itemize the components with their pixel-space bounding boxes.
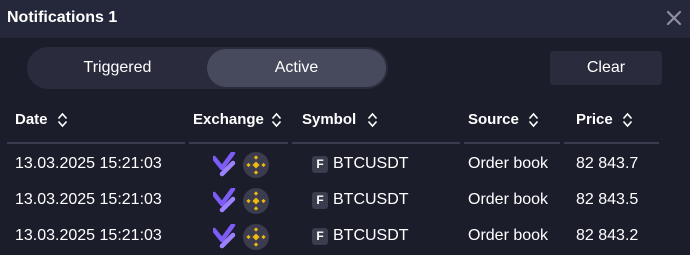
v-logo-icon <box>213 152 236 177</box>
window-title: Notifications 1 <box>7 9 118 26</box>
header-divider <box>189 142 288 144</box>
source-cell: Order book <box>468 155 549 172</box>
sort-icon <box>622 112 632 127</box>
sort-icon <box>528 112 538 127</box>
futures-badge: F <box>312 156 328 173</box>
source-cell: Order book <box>468 191 549 208</box>
date-cell: 13.03.2025 15:21:03 <box>15 155 162 172</box>
column-header-source[interactable]: Source <box>468 111 539 128</box>
sort-icon <box>57 112 67 127</box>
binance-icon <box>243 224 269 250</box>
title-bar: Notifications 1 <box>0 0 690 38</box>
column-header-date[interactable]: Date <box>15 111 68 128</box>
v-logo-icon <box>213 188 236 213</box>
date-cell: 13.03.2025 15:21:03 <box>15 227 162 244</box>
column-header-label: Source <box>468 111 519 128</box>
price-cell: 82 843.7 <box>576 155 639 172</box>
close-icon[interactable] <box>664 8 684 28</box>
notifications-panel: Notifications 1 Triggered Active Clear D… <box>0 0 690 255</box>
header-divider <box>7 142 185 144</box>
column-header-label: Symbol <box>302 111 357 128</box>
symbol-cell: BTCUSDT <box>333 155 409 172</box>
symbol-cell: BTCUSDT <box>333 191 409 208</box>
table-row[interactable]: 13.03.2025 15:21:03 F BTCUSDT Order book… <box>0 146 690 182</box>
exchange-icons <box>213 188 269 214</box>
futures-badge: F <box>312 192 328 209</box>
price-cell: 82 843.5 <box>576 191 639 208</box>
column-header-label: Date <box>15 111 48 128</box>
binance-icon <box>243 152 269 178</box>
source-cell: Order book <box>468 227 549 244</box>
date-cell: 13.03.2025 15:21:03 <box>15 191 162 208</box>
header-divider <box>292 142 460 144</box>
price-cell: 82 843.2 <box>576 227 639 244</box>
futures-badge: F <box>312 228 328 245</box>
header-divider <box>464 142 560 144</box>
symbol-cell: BTCUSDT <box>333 227 409 244</box>
column-header-exchange[interactable]: Exchange <box>193 111 282 128</box>
column-header-label: Exchange <box>193 111 264 128</box>
table-row[interactable]: 13.03.2025 15:21:03 F BTCUSDT Order book… <box>0 218 690 254</box>
column-header-symbol[interactable]: Symbol <box>302 111 378 128</box>
exchange-icons <box>213 224 269 250</box>
tab-triggered[interactable]: Triggered <box>29 49 206 87</box>
column-header-label: Price <box>576 111 613 128</box>
binance-icon <box>243 188 269 214</box>
exchange-icons <box>213 152 269 178</box>
clear-button[interactable]: Clear <box>550 51 662 85</box>
sort-icon <box>271 112 281 127</box>
column-header-price[interactable]: Price <box>576 111 633 128</box>
table-row[interactable]: 13.03.2025 15:21:03 F BTCUSDT Order book… <box>0 182 690 218</box>
header-divider <box>564 142 659 144</box>
tab-active[interactable]: Active <box>207 49 386 87</box>
sort-icon <box>368 112 378 127</box>
v-logo-icon <box>213 224 236 249</box>
tab-switcher: Triggered Active <box>27 47 388 89</box>
